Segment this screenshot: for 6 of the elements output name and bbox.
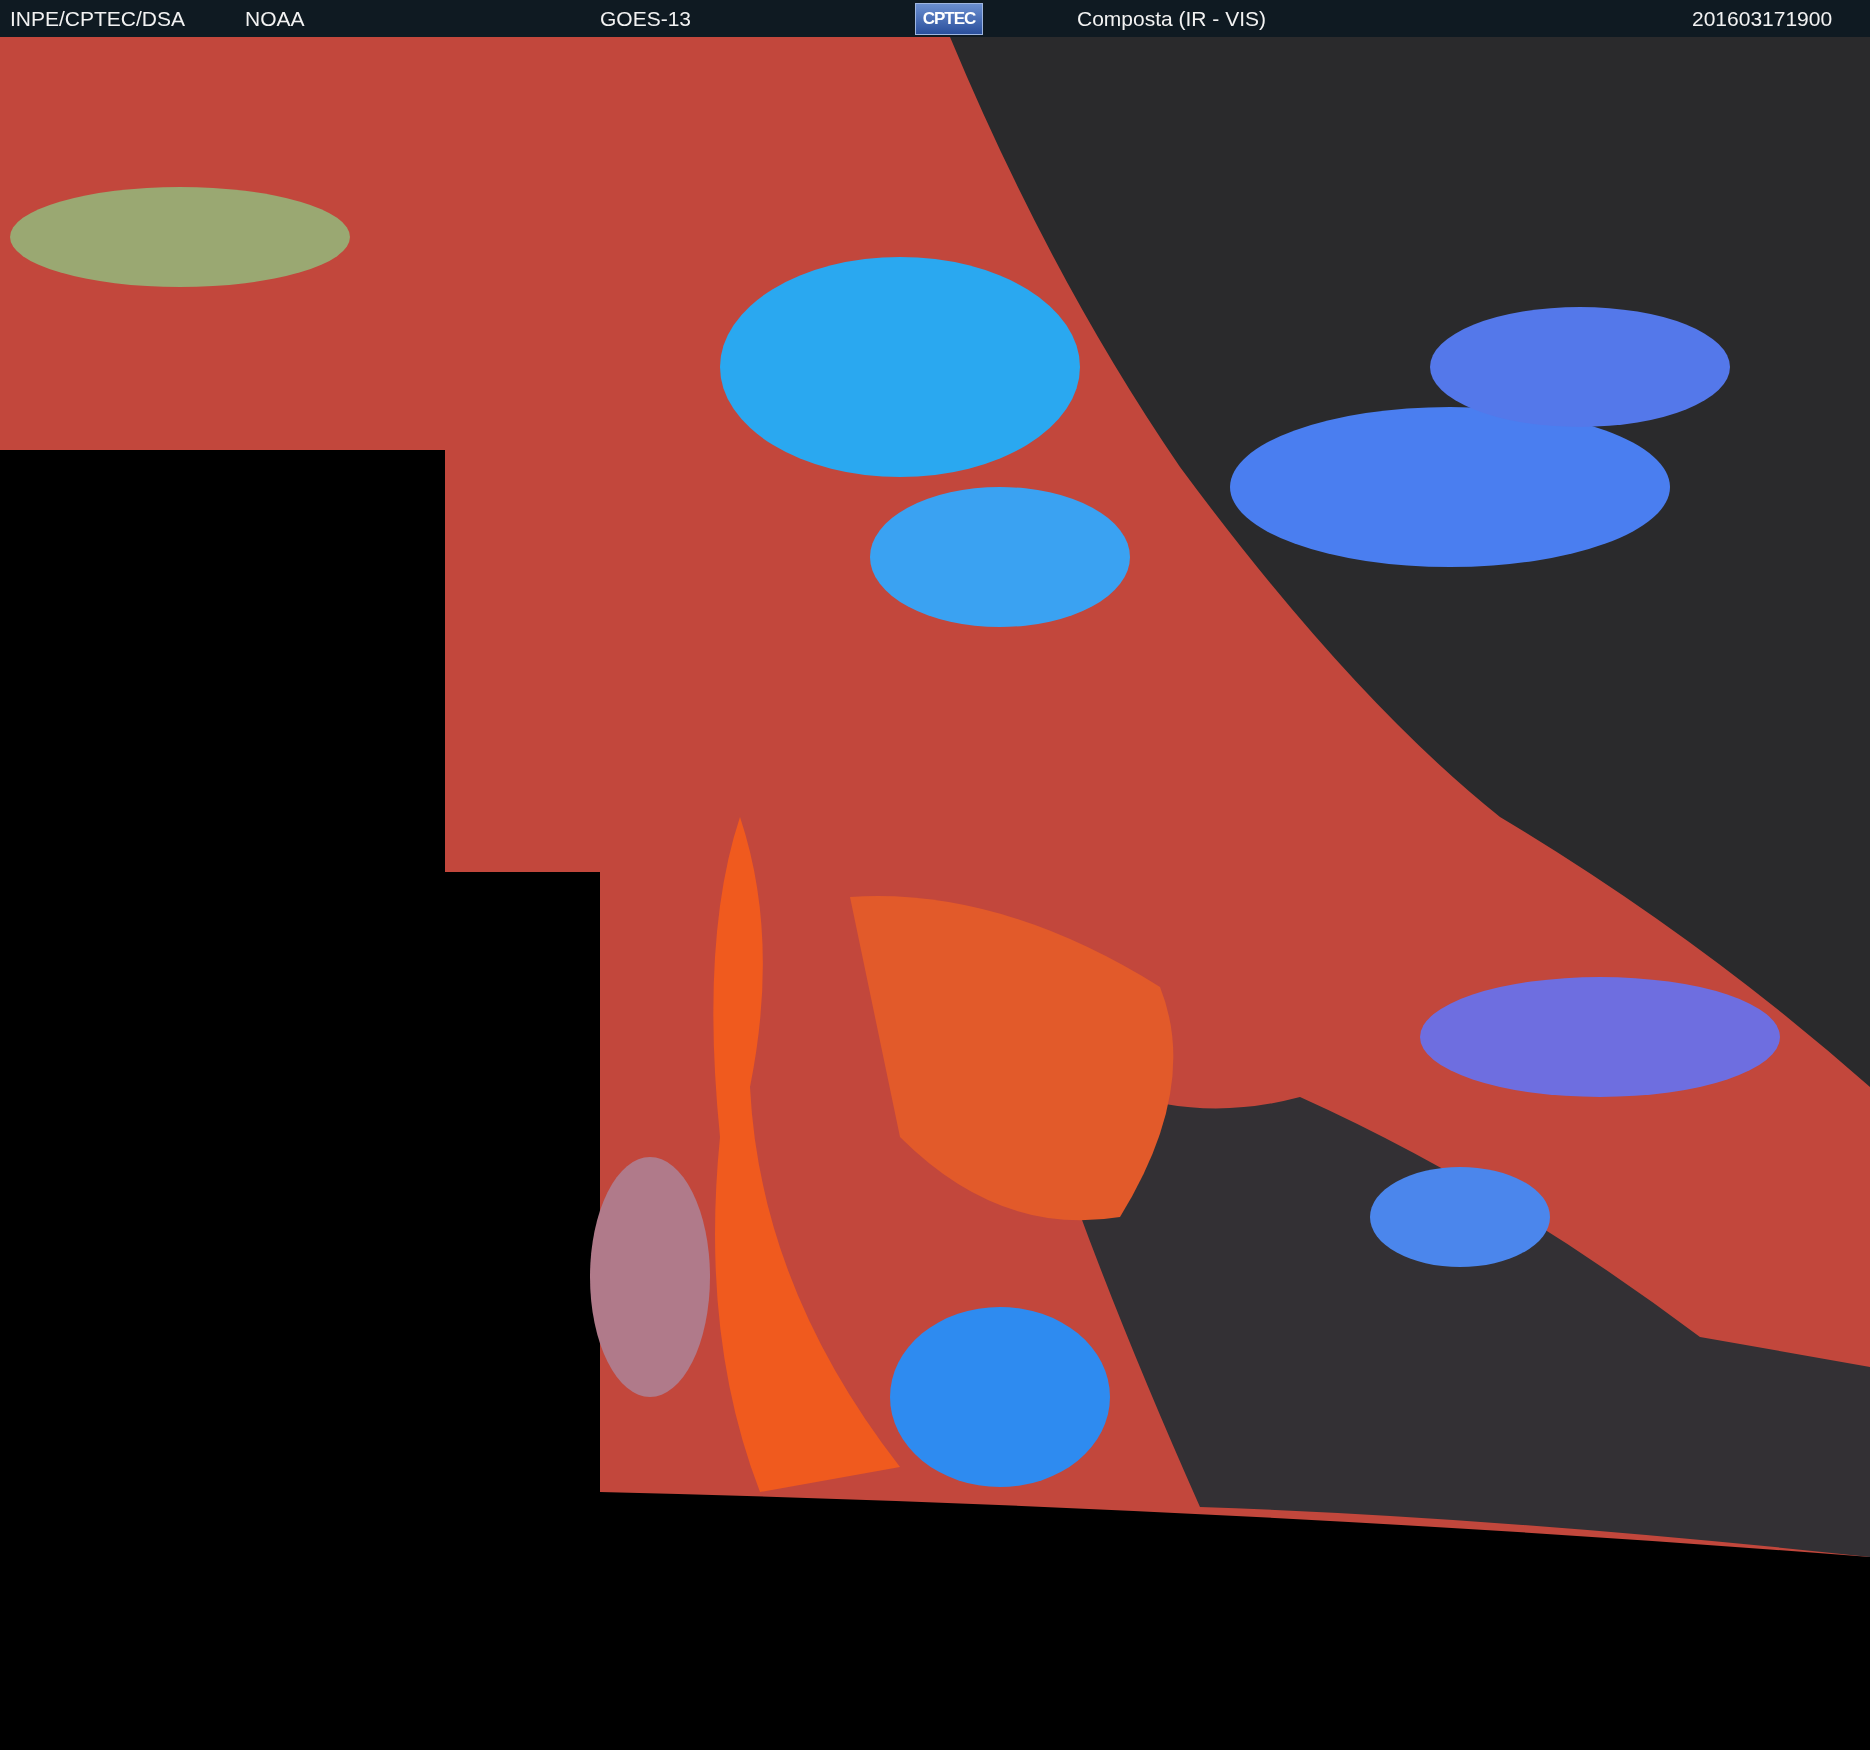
logo: CPTEC <box>915 2 983 35</box>
satellite-label: GOES-13 <box>600 6 693 31</box>
header-label: INPE/CPTEC/DSA <box>10 6 187 31</box>
product-label: Composta (IR - VIS) <box>1077 6 1267 30</box>
header-label: NOAA <box>245 6 306 31</box>
timestamp-label: 201603171900 <box>1692 6 1834 31</box>
